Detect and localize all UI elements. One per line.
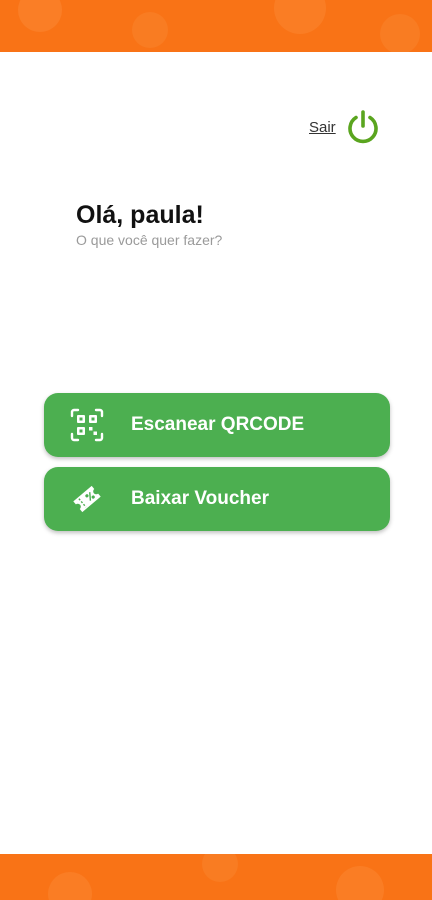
logout-button[interactable]: Sair xyxy=(309,109,381,145)
scan-qrcode-button[interactable]: Escanear QRCODE xyxy=(44,393,390,457)
scan-qrcode-label: Escanear QRCODE xyxy=(131,414,305,435)
bottom-orange-bar xyxy=(0,854,432,900)
power-icon[interactable] xyxy=(345,109,381,145)
home-screen: Sair Olá, paula! O que você quer fazer? xyxy=(0,0,432,900)
download-voucher-button[interactable]: Baixar Voucher xyxy=(44,467,390,531)
qrcode-icon xyxy=(70,408,104,442)
ticket-icon xyxy=(73,485,101,513)
greeting-title: Olá, paula! xyxy=(76,201,204,229)
download-voucher-label: Baixar Voucher xyxy=(131,488,269,509)
greeting-subtitle: O que você quer fazer? xyxy=(76,232,223,248)
bar-texture xyxy=(48,854,384,900)
top-orange-bar xyxy=(0,0,432,52)
greeting: Olá, paula! O que você quer fazer? xyxy=(76,199,222,249)
bar-texture xyxy=(18,0,420,52)
logout-label[interactable]: Sair xyxy=(309,119,336,136)
